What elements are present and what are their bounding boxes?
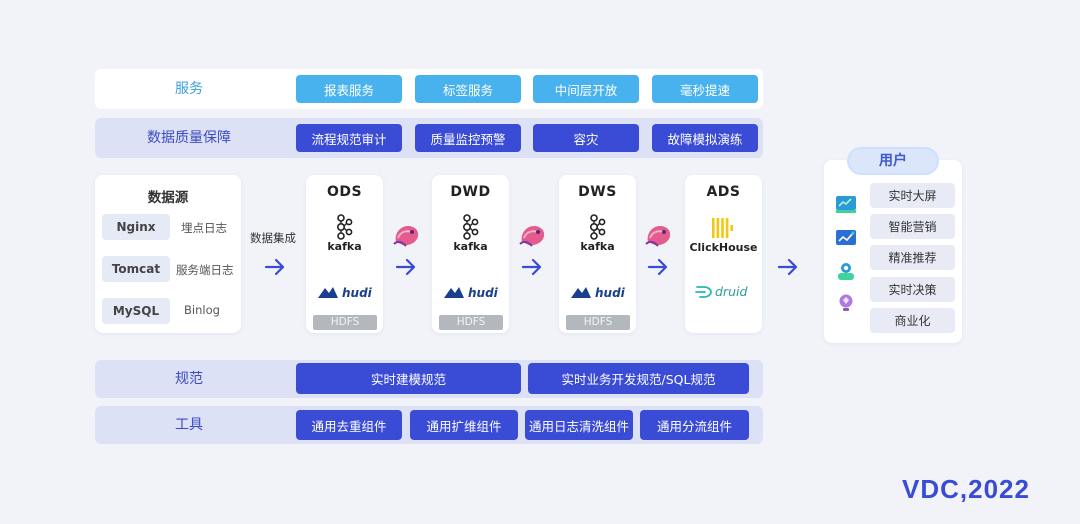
source-tag-nginx: Nginx: [102, 214, 170, 240]
service-item-tag: 标签服务: [415, 75, 521, 103]
hudi-icon: [444, 287, 464, 298]
arrow-right-icon: [264, 258, 285, 276]
tools-item-dedup: 通用去重组件: [296, 410, 402, 440]
bulb-icon: [839, 294, 853, 311]
dws-lake-label: hudi: [595, 286, 625, 300]
ods-storage-badge: HDFS: [313, 315, 377, 330]
clickhouse-icon: [712, 218, 733, 238]
quality-item-dr: 容灾: [533, 124, 639, 152]
user-item-dashboard: 实时大屏: [870, 183, 955, 208]
tools-item-split: 通用分流组件: [640, 410, 749, 440]
kafka-icon: [589, 214, 606, 240]
quality-item-drill: 故障模拟演练: [652, 124, 758, 152]
tools-item-dimension: 通用扩维组件: [410, 410, 518, 440]
ods-title: ODS: [326, 184, 363, 200]
service-row-label: 服务: [175, 81, 203, 97]
quality-item-monitor: 质量监控预警: [415, 124, 521, 152]
flink-squirrel-icon: [393, 226, 419, 247]
dws-storage-badge: HDFS: [566, 315, 630, 330]
hudi-icon: [318, 287, 338, 298]
arrow-right-icon: [777, 258, 798, 276]
user-item-commercial: 商业化: [870, 308, 955, 333]
kafka-icon: [462, 214, 479, 240]
dwd-lake-label: hudi: [468, 286, 498, 300]
arrow-right-icon: [647, 258, 668, 276]
quality-row-label: 数据质量保障: [147, 130, 231, 146]
integration-label: 数据集成: [250, 231, 296, 245]
service-item-speedup: 毫秒提速: [652, 75, 758, 103]
arrow-right-icon: [521, 258, 542, 276]
tools-item-logclean: 通用日志清洗组件: [525, 410, 633, 440]
druid-icon: [695, 286, 712, 298]
source-tag-tomcat: Tomcat: [102, 256, 170, 282]
dwd-storage-badge: HDFS: [439, 315, 503, 330]
chart-icon: [836, 230, 856, 245]
service-item-midlayer: 中间层开放: [533, 75, 639, 103]
flink-squirrel-icon: [645, 226, 671, 247]
person-icon: [838, 263, 854, 280]
source-desc-mysql: Binlog: [184, 303, 220, 317]
service-item-report: 报表服务: [296, 75, 402, 103]
kafka-icon: [336, 214, 353, 240]
quality-item-audit: 流程规范审计: [296, 124, 402, 152]
source-tag-mysql: MySQL: [102, 298, 170, 324]
dwd-mq-label: kafka: [453, 240, 488, 253]
dws-mq-label: kafka: [580, 240, 615, 253]
user-item-decision: 实时决策: [870, 277, 955, 302]
ods-lake-label: hudi: [342, 286, 372, 300]
source-desc-nginx: 埋点日志: [181, 221, 227, 235]
ads-engine1-label: ClickHouse: [689, 241, 758, 254]
source-title: 数据源: [147, 190, 189, 206]
spec-item-dev-sql: 实时业务开发规范/SQL规范: [528, 363, 749, 394]
ods-mq-label: kafka: [327, 240, 362, 253]
vdc-logo: VDC,2022: [902, 474, 1030, 504]
dwd-title: DWD: [450, 184, 491, 200]
spec-item-modeling: 实时建模规范: [296, 363, 521, 394]
flink-squirrel-icon: [519, 226, 545, 247]
user-item-recommend: 精准推荐: [870, 245, 955, 270]
dashboard-icon: [836, 196, 856, 213]
ads-title: ADS: [706, 184, 741, 200]
spec-row-label: 规范: [175, 371, 203, 387]
users-title: 用户: [847, 147, 939, 175]
tools-row-label: 工具: [175, 417, 203, 433]
arrow-right-icon: [395, 258, 416, 276]
hudi-icon: [571, 287, 591, 298]
dws-title: DWS: [578, 184, 617, 200]
source-desc-tomcat: 服务端日志: [176, 263, 234, 277]
user-item-marketing: 智能营销: [870, 214, 955, 239]
ads-engine2-label: druid: [715, 284, 748, 299]
